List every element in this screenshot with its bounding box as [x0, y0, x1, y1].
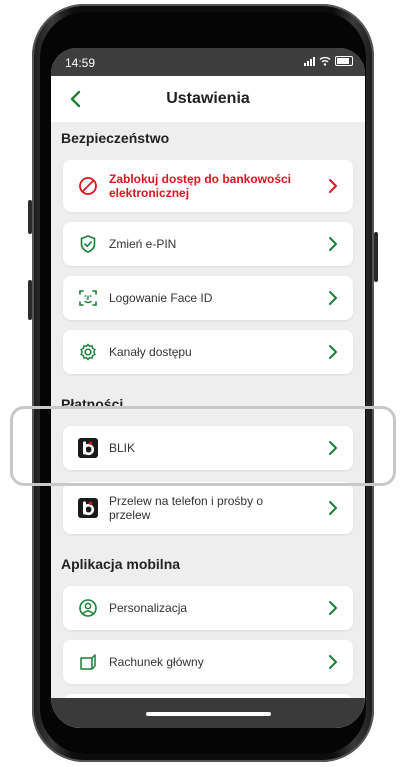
status-icons	[304, 56, 353, 66]
app-header: Ustawienia	[51, 76, 365, 122]
access-channels-label: Kanały dostępu	[109, 345, 192, 359]
phone-transfer-label: Przelew na telefon i prośby o przelew	[109, 494, 264, 522]
phone-screen: 14:59 Ustawienia Bezpieczeństwo Zablokuj…	[51, 48, 365, 728]
main-account-item[interactable]: Rachunek główny	[63, 640, 353, 684]
personalization-item[interactable]: Personalizacja	[63, 586, 353, 630]
blik-icon	[78, 498, 98, 518]
section-title-mobile-app: Aplikacja mobilna	[61, 556, 181, 572]
battery-icon	[335, 56, 353, 66]
face-id-item[interactable]: Logowanie Face ID	[63, 276, 353, 320]
volume-up-button	[28, 200, 32, 234]
chevron-right-icon	[329, 237, 337, 251]
shield-icon	[80, 235, 96, 253]
personalization-label: Personalizacja	[109, 601, 188, 615]
section-title-security: Bezpieczeństwo	[61, 130, 170, 146]
home-indicator[interactable]	[146, 712, 271, 716]
main-account-label: Rachunek główny	[109, 655, 204, 669]
chevron-right-icon	[329, 345, 337, 359]
face-id-label: Logowanie Face ID	[109, 291, 213, 305]
face-id-icon	[79, 290, 97, 306]
gear-icon	[80, 343, 96, 361]
wifi-icon	[319, 56, 331, 66]
volume-down-button	[28, 280, 32, 320]
chevron-right-icon	[329, 501, 337, 515]
chevron-right-icon	[329, 601, 337, 615]
block-icon	[79, 177, 97, 195]
status-time: 14:59	[65, 56, 96, 70]
user-icon	[79, 599, 97, 617]
power-button	[374, 232, 378, 282]
change-epin-label: Zmień e-PIN	[109, 237, 177, 251]
block-access-item[interactable]: Zablokuj dostęp do bankowości elektronic…	[63, 160, 353, 212]
access-channels-item[interactable]: Kanały dostępu	[63, 330, 353, 374]
account-icon	[80, 654, 96, 670]
blik-highlight-frame	[10, 406, 396, 486]
page-title: Ustawienia	[166, 90, 250, 107]
signal-icon	[304, 56, 315, 66]
chevron-right-icon	[329, 655, 337, 669]
chevron-right-icon	[329, 291, 337, 305]
phone-transfer-item[interactable]: Przelew na telefon i prośby o przelew	[63, 482, 353, 534]
change-epin-item[interactable]: Zmień e-PIN	[63, 222, 353, 266]
chevron-right-icon	[329, 179, 337, 193]
status-bar: 14:59	[51, 48, 365, 76]
block-access-label: Zablokuj dostęp do bankowości elektronic…	[109, 172, 292, 200]
